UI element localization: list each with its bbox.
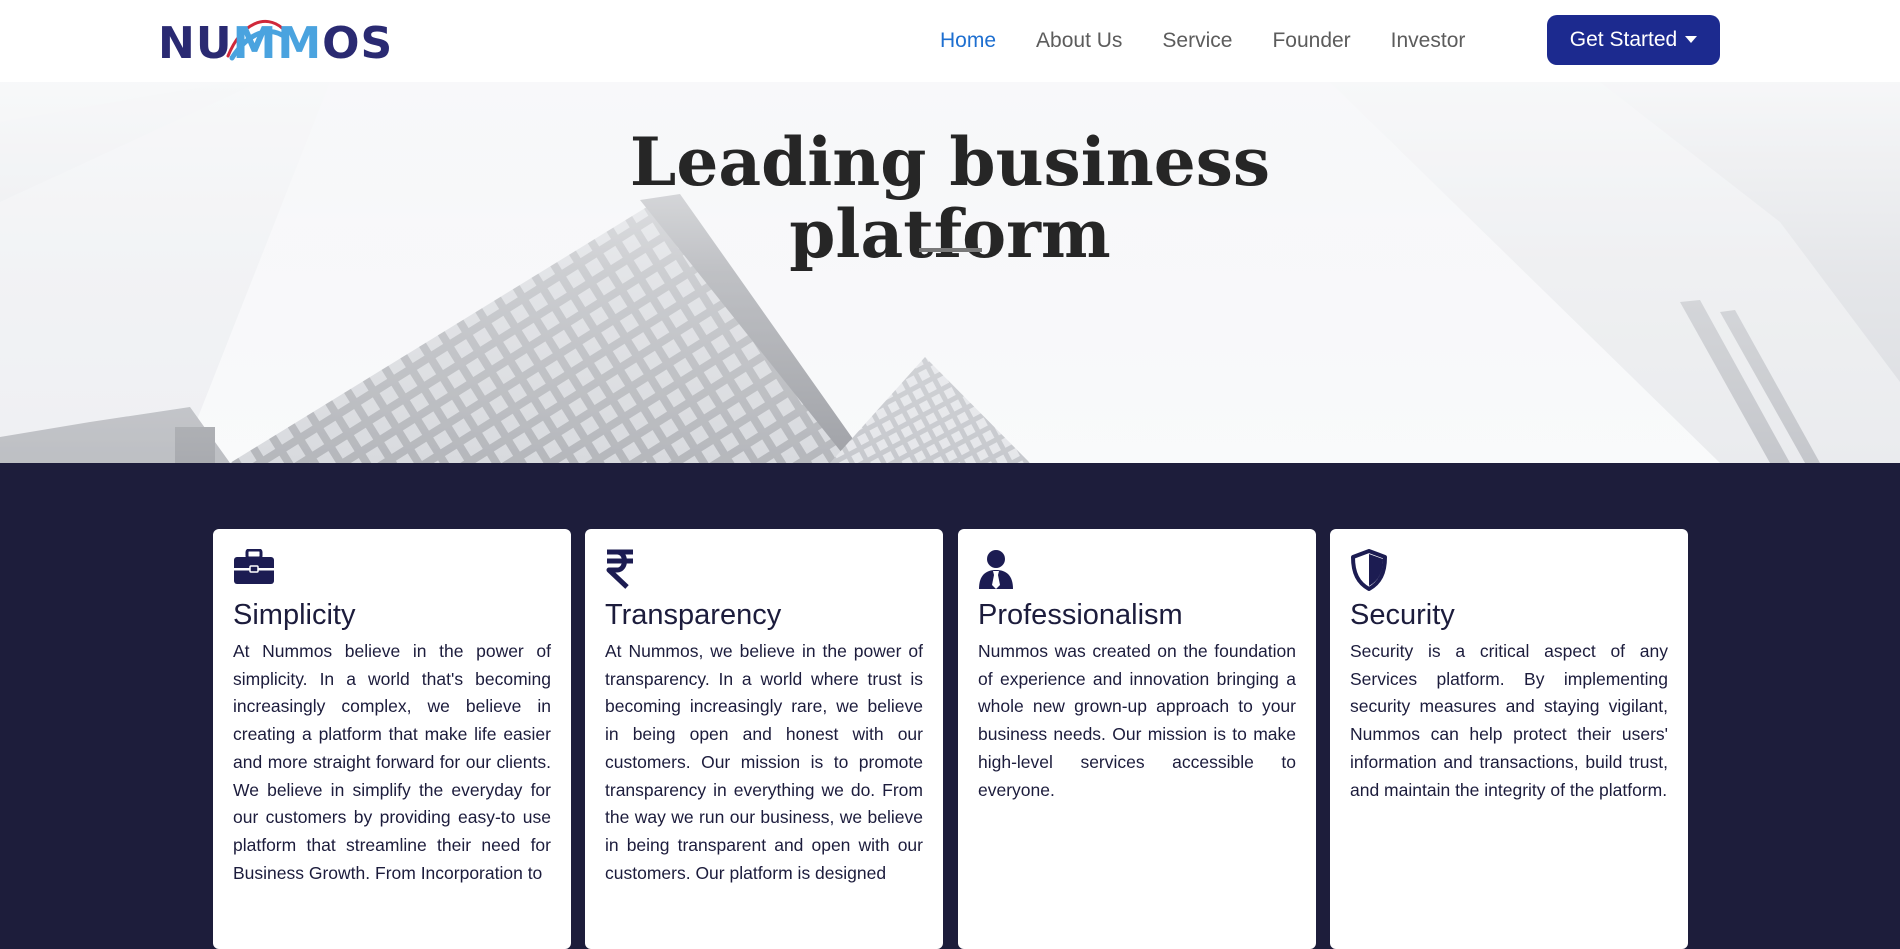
feature-text: Nummos was created on the foundation of … xyxy=(978,641,1296,800)
get-started-label: Get Started xyxy=(1569,28,1678,51)
feature-text: At Nummos, we believe in the power of tr… xyxy=(605,641,923,883)
user-tie-icon xyxy=(979,550,1013,589)
nav-about-us[interactable]: About Us xyxy=(1036,29,1122,53)
feature-title: Security xyxy=(1350,599,1455,631)
feature-card-simplicity: Simplicity At Nummos believe in the powe… xyxy=(213,529,571,949)
feature-text: Security is a critical aspect of any Ser… xyxy=(1350,641,1668,800)
feature-text: At Nummos believe in the power of simpli… xyxy=(233,641,551,883)
feature-card-security: Security Security is a critical aspect o… xyxy=(1330,529,1688,949)
get-started-dropdown-button[interactable]: Get Started xyxy=(1547,15,1720,65)
main-nav: Home About Us Service Founder Investor xyxy=(940,0,1505,82)
features-section: Simplicity At Nummos believe in the powe… xyxy=(0,463,1900,949)
hero-section: Leading business platform xyxy=(0,82,1900,463)
hero-title-line-2: platform xyxy=(789,195,1111,274)
briefcase-icon xyxy=(234,549,274,584)
rupee-icon xyxy=(606,549,633,589)
caret-down-icon xyxy=(1685,35,1698,43)
feature-title: Professionalism xyxy=(978,599,1183,631)
nummos-logo[interactable]: NUMMOS xyxy=(158,12,394,69)
nav-home[interactable]: Home xyxy=(940,29,996,53)
nav-investor[interactable]: Investor xyxy=(1391,29,1466,53)
feature-card-professionalism: Professionalism Nummos was created on th… xyxy=(958,529,1316,949)
nav-founder[interactable]: Founder xyxy=(1272,29,1350,53)
shield-icon xyxy=(1351,549,1387,591)
hero-title-line-1: Leading business xyxy=(629,123,1271,202)
feature-title: Transparency xyxy=(605,599,782,631)
logo-wordmark: NUMMOS xyxy=(158,18,394,69)
feature-card-transparency: Transparency At Nummos, we believe in th… xyxy=(585,529,943,949)
feature-title: Simplicity xyxy=(233,599,356,631)
navbar: NUMMOS Home About Us Service Founder Inv… xyxy=(0,0,1900,82)
nav-service[interactable]: Service xyxy=(1162,29,1232,53)
hero-divider xyxy=(919,248,982,252)
